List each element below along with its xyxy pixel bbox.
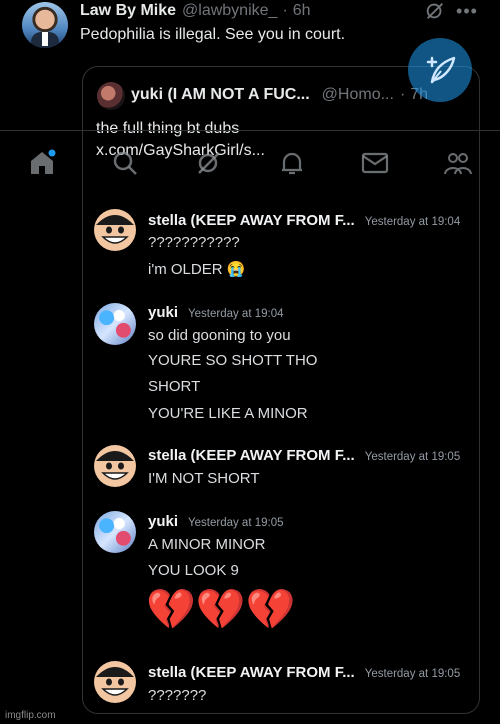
- message-header: yuki Yesterday at 19:04: [148, 304, 284, 326]
- quoted-author-handle[interactable]: @Homo...: [322, 86, 394, 104]
- watermark: imgflip.com: [5, 710, 56, 721]
- message-time: Yesterday at 19:05: [364, 668, 461, 680]
- message-text: so did gooning to you: [148, 327, 291, 344]
- message-header: stella (KEEP AWAY FROM F... Yesterday at…: [148, 212, 460, 234]
- quoted-text-line: the full thing bt dubs: [96, 120, 240, 137]
- message-text: i'm OLDER 😭: [148, 261, 246, 278]
- quoted-author-name[interactable]: yuki (I AM NOT A FUC...: [131, 86, 310, 104]
- author-handle[interactable]: @lawbynike_: [182, 2, 277, 20]
- message-time: Yesterday at 19:04: [364, 216, 461, 228]
- message-text: ???????????: [148, 234, 240, 251]
- tweet-header: Law By Mike @lawbynike_ · 6h: [80, 0, 311, 22]
- mail-icon[interactable]: [360, 148, 390, 178]
- message-time: Yesterday at 19:04: [188, 308, 284, 320]
- nav-divider: [0, 130, 500, 131]
- message-text: SHORT: [148, 378, 201, 395]
- message-header: stella (KEEP AWAY FROM F... Yesterday at…: [148, 664, 460, 686]
- message-author[interactable]: stella (KEEP AWAY FROM F...: [148, 447, 355, 464]
- tweet-time[interactable]: 6h: [293, 2, 311, 20]
- yuki-avatar[interactable]: [94, 303, 136, 345]
- message-text: ???????: [148, 687, 207, 704]
- message-text: A MINOR MINOR: [148, 536, 266, 553]
- author-name[interactable]: Law By Mike: [80, 2, 176, 20]
- stella-avatar[interactable]: [94, 445, 136, 487]
- quoted-author-avatar[interactable]: [97, 82, 125, 110]
- luffy-avatar-icon: [96, 667, 134, 696]
- yuki-avatar[interactable]: [94, 511, 136, 553]
- message-text: YOURE SO SHOTT THO: [148, 352, 318, 369]
- stella-avatar[interactable]: [94, 209, 136, 251]
- communities-icon[interactable]: [443, 148, 473, 178]
- tweet-text: Pedophilia is illegal. See you in court.: [80, 26, 346, 43]
- message-text: I'M NOT SHORT: [148, 470, 260, 487]
- search-icon[interactable]: [110, 148, 140, 178]
- grok-nav-icon[interactable]: [194, 148, 224, 178]
- grok-icon[interactable]: [424, 0, 446, 22]
- broken-hearts-emoji: 💔💔💔: [146, 588, 296, 632]
- quoted-separator-dot: ·: [399, 86, 406, 103]
- compose-button[interactable]: [408, 38, 472, 102]
- message-text: YOU'RE LIKE A MINOR: [148, 405, 308, 422]
- message-author[interactable]: stella (KEEP AWAY FROM F...: [148, 212, 355, 229]
- bell-icon[interactable]: [277, 148, 307, 178]
- message-time: Yesterday at 19:05: [364, 451, 461, 463]
- author-avatar[interactable]: [22, 2, 68, 48]
- stella-avatar[interactable]: [94, 661, 136, 703]
- more-icon[interactable]: •••: [455, 0, 479, 22]
- separator-dot: ·: [282, 2, 288, 19]
- luffy-avatar-icon: [96, 215, 134, 244]
- message-header: yuki Yesterday at 19:05: [148, 513, 284, 535]
- home-icon[interactable]: [27, 148, 57, 178]
- message-author[interactable]: yuki: [148, 513, 178, 530]
- message-author[interactable]: stella (KEEP AWAY FROM F...: [148, 664, 355, 681]
- message-text: YOU LOOK 9: [148, 562, 239, 579]
- message-author[interactable]: yuki: [148, 304, 178, 321]
- quoted-tweet-header: yuki (I AM NOT A FUC... @Homo... · 7h: [131, 82, 428, 108]
- message-header: stella (KEEP AWAY FROM F... Yesterday at…: [148, 447, 460, 469]
- luffy-avatar-icon: [96, 451, 134, 480]
- compose-icon: [426, 56, 456, 84]
- message-time: Yesterday at 19:05: [188, 517, 284, 529]
